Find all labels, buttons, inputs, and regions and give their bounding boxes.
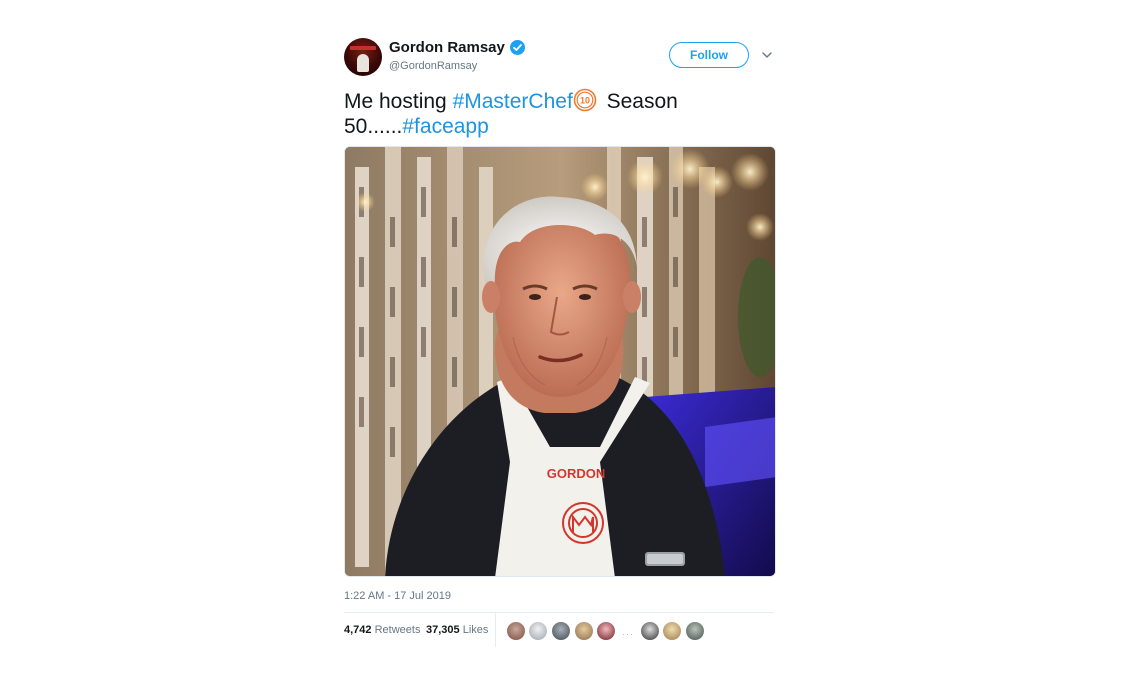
verified-badge-icon	[509, 40, 525, 55]
chevron-down-icon[interactable]	[762, 51, 772, 59]
tweet-text-part1: Me hosting	[344, 90, 453, 113]
avatar-banner	[350, 46, 376, 50]
retweets-stat[interactable]: 4,742 Retweets	[344, 624, 420, 636]
liker-avatar[interactable]	[528, 621, 548, 641]
liker-avatar[interactable]	[506, 621, 526, 641]
likes-count: 37,305	[426, 624, 460, 636]
author-handle[interactable]: @GordonRamsay	[389, 60, 477, 72]
svg-text:10: 10	[580, 96, 590, 106]
retweets-count: 4,742	[344, 624, 372, 636]
likes-label: Likes	[462, 624, 489, 636]
tweet-stats: 4,742 Retweets 37,305 Likes ···	[344, 613, 776, 647]
avatar-figure	[357, 54, 369, 72]
liker-avatar[interactable]	[551, 621, 571, 641]
name-row: Gordon Ramsay	[389, 39, 525, 56]
more-likers-dots-icon: ···	[622, 629, 634, 639]
liker-avatar[interactable]	[596, 621, 616, 641]
apron-name-text: GORDON	[547, 466, 606, 481]
hashtag-masterchef[interactable]: #MasterChef	[453, 90, 573, 113]
avatar[interactable]	[344, 38, 382, 76]
liker-avatar[interactable]	[685, 621, 705, 641]
follow-button[interactable]: Follow	[669, 42, 749, 68]
liker-avatar[interactable]	[640, 621, 660, 641]
tweet-photo[interactable]: GORDON	[344, 146, 776, 577]
photo-illustration: GORDON	[345, 147, 775, 576]
hashtag-faceapp[interactable]: #faceapp	[402, 115, 488, 138]
stats-divider	[495, 613, 496, 647]
masterchef-10-icon: 10	[573, 88, 597, 112]
tweet-header: Gordon Ramsay @GordonRamsay Follow	[344, 36, 776, 80]
retweets-label: Retweets	[374, 624, 421, 636]
tweet-card: Gordon Ramsay @GordonRamsay Follow Me ho…	[344, 36, 776, 647]
author-name[interactable]: Gordon Ramsay	[389, 39, 505, 56]
liker-avatar[interactable]	[574, 621, 594, 641]
tweet-text: Me hosting #MasterChef 10 Season 50.....…	[344, 88, 776, 139]
likes-stat[interactable]: 37,305 Likes	[426, 624, 488, 636]
tweet-timestamp[interactable]: 1:22 AM - 17 Jul 2019	[344, 590, 776, 602]
liker-avatar[interactable]	[662, 621, 682, 641]
